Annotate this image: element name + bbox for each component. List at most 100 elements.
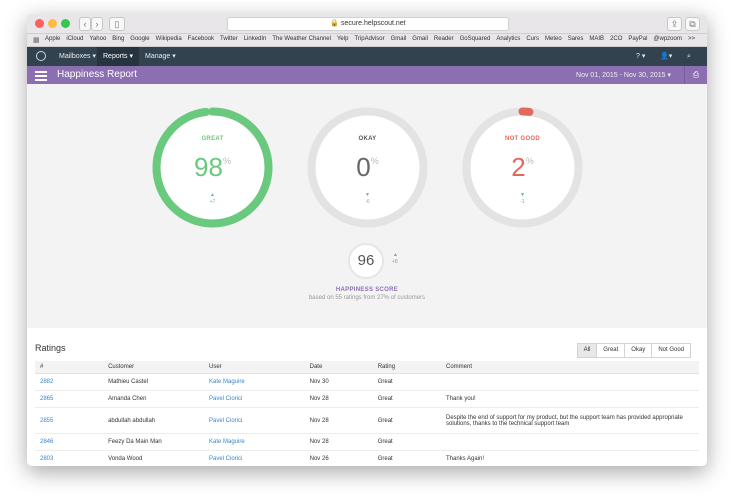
conversation-link[interactable]: 2803	[40, 456, 53, 462]
conversation-link[interactable]: 2846	[40, 439, 53, 445]
cell-rating: Great	[372, 407, 441, 434]
gauge-great-label: GREAT	[201, 136, 224, 142]
nav-mailboxes[interactable]: Mailboxes ▾	[53, 47, 102, 66]
bookmark-item[interactable]: Yahoo	[89, 36, 106, 42]
gauge-okay-delta: -6	[365, 199, 370, 205]
column-header[interactable]: Comment	[440, 361, 699, 374]
nav-reports[interactable]: Reports ▾	[97, 47, 139, 66]
user-menu[interactable]: 👤▾	[654, 47, 678, 66]
minimize-window-button[interactable]	[48, 19, 57, 28]
back-button[interactable]: ‹	[79, 17, 91, 31]
filter-okay[interactable]: Okay	[624, 343, 653, 358]
print-icon[interactable]: ⎙	[684, 66, 707, 84]
address-bar[interactable]: 🔒 secure.helpscout.net	[227, 17, 509, 31]
column-header[interactable]: User	[203, 361, 305, 374]
bookmark-item[interactable]: Twitter	[220, 36, 238, 42]
bookmark-item[interactable]: PayPal	[628, 36, 647, 42]
conversation-link[interactable]: 2882	[40, 379, 53, 385]
conversation-link[interactable]: 2855	[40, 418, 53, 424]
cell-comment: Despite the end of support for my produc…	[440, 407, 699, 434]
cell-id: 2846	[35, 433, 104, 451]
cell-customer: Vonda Wood	[103, 450, 204, 466]
gauge-not-good-delta: -1	[520, 199, 525, 205]
user-link[interactable]: Kate Maguire	[209, 379, 245, 385]
trend-up-icon: ▲	[393, 252, 398, 258]
user-link[interactable]: Kate Maguire	[209, 439, 245, 445]
bookmark-item[interactable]: Analytics	[496, 36, 520, 42]
filter-great[interactable]: Great	[596, 343, 626, 358]
gauge-okay: OKAY 0% ▼ -6	[305, 105, 430, 230]
happiness-score-delta: +8	[392, 259, 398, 265]
browser-titlebar: ‹ › ▯ 🔒 secure.helpscout.net ⇪ ⧉	[27, 14, 707, 34]
column-header[interactable]: #	[35, 361, 104, 374]
gauge-great: GREAT 98% ▲ +7	[150, 105, 275, 230]
ratings-header: Ratings All Great Okay Not Good	[35, 328, 699, 361]
cell-user: Pavel Ciorici	[203, 450, 305, 466]
cell-comment: Thanks Again!	[440, 450, 699, 466]
bookmark-item[interactable]: Yelp	[337, 36, 348, 42]
cell-comment	[440, 373, 699, 391]
browser-window: ‹ › ▯ 🔒 secure.helpscout.net ⇪ ⧉ ▦ Apple…	[27, 14, 707, 466]
bookmark-item[interactable]: The Weather Channel	[272, 36, 331, 42]
search-icon[interactable]: ⌕	[681, 47, 697, 66]
helpscout-logo-icon[interactable]	[36, 51, 46, 61]
gauge-not-good-value: 2%	[511, 152, 534, 182]
menu-icon[interactable]	[35, 71, 47, 83]
cell-date: Nov 28	[304, 407, 373, 434]
user-link[interactable]: Pavel Ciorici	[209, 418, 242, 424]
cell-customer: Feezy Da Main Man	[103, 433, 204, 451]
filter-all[interactable]: All	[576, 343, 598, 358]
nav-manage[interactable]: Manage ▾	[139, 47, 182, 66]
top-sites-icon[interactable]: ▦	[33, 36, 40, 44]
bookmark-item[interactable]: Curs	[526, 36, 539, 42]
bookmark-item[interactable]: TripAdvisor	[354, 36, 384, 42]
tabs-icon[interactable]: ⧉	[685, 17, 700, 31]
gauge-not-good: NOT GOOD 2% ▼ -1	[460, 105, 585, 230]
column-header[interactable]: Rating	[372, 361, 441, 374]
share-icon[interactable]: ⇪	[667, 17, 682, 31]
forward-button[interactable]: ›	[91, 17, 103, 31]
user-link[interactable]: Pavel Ciorici	[209, 456, 242, 462]
bookmark-item[interactable]: Gmail	[391, 36, 407, 42]
bookmark-item[interactable]: Apple	[45, 36, 60, 42]
help-menu[interactable]: ? ▾	[630, 47, 651, 66]
table-row[interactable]: 2882 Mathieu Castel Kate Maguire Nov 30 Grea…	[35, 373, 699, 391]
bookmark-item[interactable]: 2CO	[610, 36, 622, 42]
app-top-nav: Mailboxes ▾ Reports ▾ Manage ▾ ? ▾ 👤▾ ⌕	[27, 47, 707, 66]
bookmark-item[interactable]: MAIB	[589, 36, 604, 42]
conversation-link[interactable]: 2865	[40, 396, 53, 402]
table-row[interactable]: 2846 Feezy Da Main Man Kate Maguire Nov 28 G…	[35, 433, 699, 451]
filter-not-good[interactable]: Not Good	[651, 343, 691, 358]
ratings-title: Ratings	[35, 343, 66, 353]
cell-date: Nov 30	[304, 373, 373, 391]
bookmark-item[interactable]: Meteo	[545, 36, 562, 42]
close-window-button[interactable]	[35, 19, 44, 28]
table-row[interactable]: 2803 Vonda Wood Pavel Ciorici Nov 26 Great Th…	[35, 450, 699, 466]
more-bookmarks-button[interactable]: >>	[688, 36, 695, 42]
zoom-window-button[interactable]	[61, 19, 70, 28]
bookmark-item[interactable]: LinkedIn	[244, 36, 267, 42]
rating-filters: All Great Okay Not Good	[576, 343, 691, 358]
bookmark-item[interactable]: Wikipedia	[156, 36, 182, 42]
column-header[interactable]: Date	[304, 361, 373, 374]
table-row[interactable]: 2855 abdullah abdullah Pavel Ciorici Nov 28…	[35, 407, 699, 434]
bookmark-item[interactable]: Facebook	[188, 36, 214, 42]
cell-id: 2882	[35, 373, 104, 391]
bookmark-item[interactable]: Google	[130, 36, 149, 42]
cell-customer: abdullah abdullah	[103, 407, 204, 434]
bookmark-item[interactable]: @wpzoom	[653, 36, 681, 42]
user-link[interactable]: Pavel Ciorici	[209, 396, 242, 402]
table-row[interactable]: 2865 Amanda Chen Pavel Ciorici Nov 28 Great T…	[35, 390, 699, 408]
page-title: Happiness Report	[57, 69, 138, 80]
bookmark-item[interactable]: Gmail	[412, 36, 428, 42]
date-range-picker[interactable]: Nov 01, 2015 - Nov 30, 2015 ▾	[576, 71, 671, 79]
bookmark-item[interactable]: Reader	[434, 36, 454, 42]
bookmark-item[interactable]: GoSquared	[460, 36, 491, 42]
cell-customer: Mathieu Castel	[103, 373, 204, 391]
column-header[interactable]: Customer	[103, 361, 204, 374]
bookmark-item[interactable]: Sares	[568, 36, 584, 42]
sidebar-toggle-icon[interactable]: ▯	[109, 17, 125, 31]
cell-rating: Great	[372, 390, 441, 408]
bookmark-item[interactable]: iCloud	[66, 36, 83, 42]
bookmark-item[interactable]: Bing	[112, 36, 124, 42]
